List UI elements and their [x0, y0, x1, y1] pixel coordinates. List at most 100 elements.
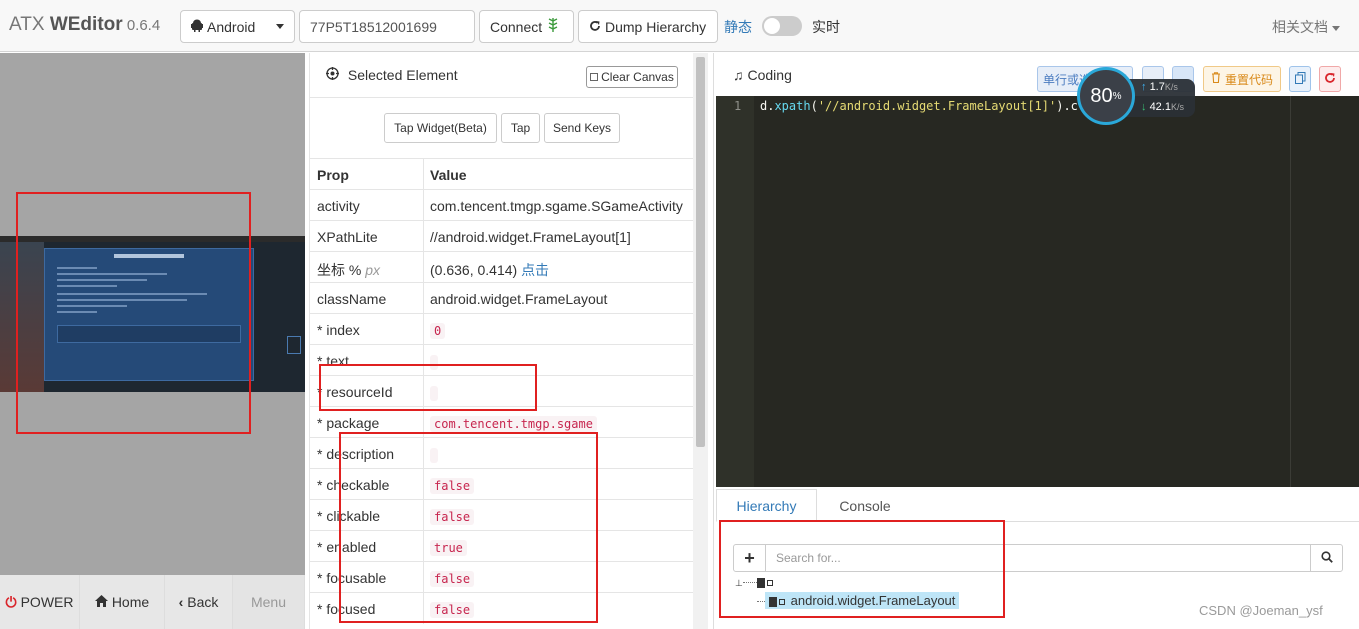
- table-row: 坐标 % px (0.636, 0.414) 点击: [310, 251, 694, 283]
- toggle-knob: [764, 18, 780, 34]
- send-keys-button[interactable]: Send Keys: [544, 113, 620, 143]
- scrollbar-thumb[interactable]: [696, 57, 705, 447]
- tab-hierarchy-label: Hierarchy: [736, 497, 797, 514]
- download-value: 42.1: [1149, 101, 1171, 113]
- print-margin: [1290, 96, 1291, 487]
- click-link[interactable]: 点击: [521, 262, 549, 278]
- prop-name-wrap: 坐标 % px: [317, 260, 380, 280]
- gauge-percent: 80: [1090, 84, 1113, 107]
- properties-highlight-box: [339, 432, 598, 623]
- platform-select[interactable]: Android: [180, 10, 295, 43]
- menu-button[interactable]: Menu: [233, 575, 305, 629]
- prop-value-wrap: (0.636, 0.414) 点击: [430, 260, 549, 280]
- code-editor[interactable]: 1 d.xpath('//android.widget.FrameLayout[…: [716, 96, 1359, 487]
- reset-code-button[interactable]: 重置代码: [1203, 66, 1281, 92]
- tab-console-label: Console: [839, 497, 891, 514]
- device-serial-input[interactable]: 77P5T18512001699: [299, 10, 475, 43]
- dump-hierarchy-button[interactable]: Dump Hierarchy: [578, 10, 718, 43]
- power-icon: ⏻: [5, 593, 17, 610]
- prop-value[interactable]: com.tencent.tmgp.sgame.SGameActivity: [430, 198, 683, 214]
- chevron-left-icon: ‹: [178, 594, 184, 610]
- selected-element-title: Selected Element: [326, 67, 458, 83]
- prop-value[interactable]: 0: [430, 323, 446, 339]
- upload-unit: K/s: [1164, 82, 1178, 92]
- arrow-down-icon: ↓: [1141, 101, 1147, 113]
- download-speed: ↓ 42.1K/s: [1141, 101, 1184, 113]
- table-row: XPathLite //android.widget.FrameLayout[1…: [310, 220, 694, 252]
- upload-speed: ↑ 1.7K/s: [1141, 81, 1178, 93]
- power-button[interactable]: ⏻ POWER: [0, 575, 80, 629]
- prop-value[interactable]: (0.636, 0.414): [430, 262, 517, 278]
- platform-select-value: Android: [207, 18, 256, 35]
- download-unit: K/s: [1170, 102, 1184, 112]
- tap-widget-button[interactable]: Tap Widget(Beta): [384, 113, 497, 143]
- search-button[interactable]: [1310, 545, 1342, 571]
- value-column-header: Value: [430, 167, 467, 183]
- prop-name: className: [317, 291, 387, 307]
- top-navbar: ATX WEditor 0.6.4 Android 77P5T185120016…: [0, 0, 1359, 52]
- tab-hierarchy[interactable]: Hierarchy: [716, 489, 817, 522]
- music-note-icon: ♫: [733, 67, 744, 83]
- app-brand[interactable]: ATX WEditor 0.6.4: [9, 14, 160, 36]
- home-button[interactable]: Home: [80, 575, 165, 629]
- bottom-tabs: Hierarchy Console: [716, 489, 1359, 522]
- code-line[interactable]: d.xpath('//android.widget.FrameLayout[1]…: [760, 99, 1107, 113]
- prop-value[interactable]: android.widget.FrameLayout: [430, 291, 607, 307]
- coding-title-text: Coding: [747, 67, 792, 83]
- prop-name-suffix: px: [365, 262, 381, 278]
- line-number: 1: [734, 99, 742, 113]
- prop-name: 坐标 %: [317, 262, 362, 278]
- refresh-icon: [589, 19, 601, 35]
- element-panel-scrollbar[interactable]: [693, 53, 708, 629]
- back-button[interactable]: ‹ Back: [165, 575, 233, 629]
- checkbox-icon: [590, 73, 599, 81]
- selected-element-header: Selected Element Clear Canvas: [310, 53, 694, 98]
- column-divider: [423, 283, 424, 314]
- code-token: d.: [760, 99, 775, 113]
- wheat-icon: [548, 18, 558, 35]
- crosshair-icon: [326, 67, 343, 83]
- mode-live-label[interactable]: 实时: [812, 17, 840, 37]
- mode-static-label[interactable]: 静态: [724, 17, 752, 37]
- copy-code-button[interactable]: [1289, 66, 1311, 92]
- resourceid-highlight-box: [319, 364, 537, 411]
- prop-value[interactable]: com.tencent.tmgp.sgame: [430, 416, 597, 432]
- home-label: Home: [111, 594, 150, 610]
- reload-button[interactable]: [1319, 66, 1341, 92]
- prop-value-wrap: 0: [430, 322, 446, 339]
- column-divider: [423, 221, 424, 252]
- prop-name: XPathLite: [317, 229, 378, 245]
- column-divider: [423, 159, 424, 190]
- power-label: POWER: [20, 594, 74, 610]
- live-mode-toggle[interactable]: [762, 16, 802, 36]
- table-row: * index 0: [310, 313, 694, 345]
- clear-canvas-button[interactable]: Clear Canvas: [586, 66, 678, 88]
- table-row: activity com.tencent.tmgp.sgame.SGameAct…: [310, 189, 694, 221]
- prop-value[interactable]: //android.widget.FrameLayout[1]: [430, 229, 631, 245]
- copy-icon: [1294, 71, 1306, 87]
- screenshot-side-button: [287, 336, 301, 354]
- network-speed-widget: 80% ↑ 1.7K/s ↓ 42.1K/s: [1077, 67, 1195, 125]
- chevron-down-icon: [276, 24, 284, 29]
- trash-icon: [1211, 72, 1221, 86]
- cpu-gauge: 80%: [1077, 67, 1135, 125]
- code-token-function: xpath: [774, 99, 811, 113]
- tap-widget-label: Tap Widget(Beta): [394, 121, 487, 135]
- hierarchy-highlight-box: [719, 520, 1005, 618]
- tab-console[interactable]: Console: [819, 489, 911, 522]
- brand-name-bold: WEditor: [49, 14, 123, 35]
- refresh-icon: [1324, 72, 1336, 87]
- brand-version: 0.6.4: [122, 17, 161, 34]
- home-icon: [94, 594, 108, 610]
- device-button-bar: ⏻ POWER Home ‹ Back Menu: [0, 575, 305, 629]
- gauge-percent-unit: %: [1112, 90, 1122, 102]
- docs-menu[interactable]: 相关文档: [1272, 17, 1340, 37]
- connect-button[interactable]: Connect: [479, 10, 574, 43]
- send-keys-label: Send Keys: [552, 121, 612, 135]
- clear-canvas-label: Clear Canvas: [601, 70, 674, 84]
- prop-column-header: Prop: [317, 167, 349, 183]
- watermark: CSDN @Joeman_ysf: [1199, 603, 1323, 618]
- tap-button[interactable]: Tap: [501, 113, 540, 143]
- code-token: (: [810, 99, 818, 113]
- connect-label: Connect: [490, 18, 543, 35]
